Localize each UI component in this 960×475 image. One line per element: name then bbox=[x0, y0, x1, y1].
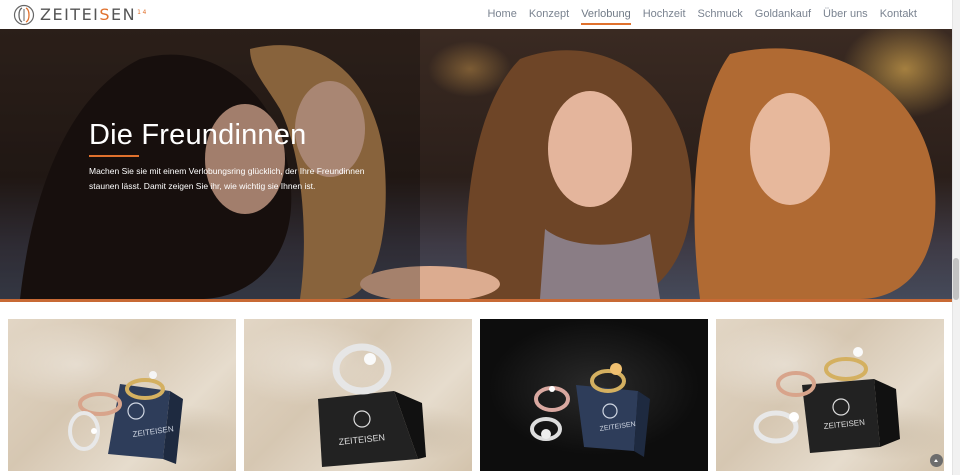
scroll-to-top-button[interactable] bbox=[930, 454, 943, 467]
hero-bottom-border bbox=[0, 299, 952, 302]
gallery-tile-ring-platinum[interactable]: ZEITEISEN bbox=[244, 319, 472, 471]
gallery-tile-rings-rose-gold[interactable]: ZEITEISEN bbox=[8, 319, 236, 471]
scrollbar-thumb[interactable] bbox=[953, 258, 959, 300]
hero-title: Die Freundinnen bbox=[89, 119, 307, 151]
ring-box-photo: ZEITEISEN bbox=[753, 347, 900, 453]
nav-item-ueber-uns[interactable]: Über uns bbox=[823, 0, 868, 29]
hero-banner: Die Freundinnen Machen Sie sie mit einem… bbox=[0, 29, 952, 299]
gallery-tile-rings-dark[interactable]: ZEITEISEN bbox=[480, 319, 708, 471]
logo-text: ZEITEISEN14 bbox=[40, 5, 148, 24]
site-header: ZEITEISEN14 Home Konzept Verlobung Hochz… bbox=[0, 0, 952, 29]
nav-item-home[interactable]: Home bbox=[487, 0, 516, 29]
ring-box-photo: ZEITEISEN bbox=[318, 343, 426, 467]
hero-description: Machen Sie sie mit einem Verlobungsring … bbox=[89, 166, 365, 191]
main-nav: Home Konzept Verlobung Hochzeit Schmuck … bbox=[475, 0, 917, 29]
hero-title-underline bbox=[89, 155, 139, 157]
site-logo[interactable]: ZEITEISEN14 bbox=[13, 4, 148, 26]
ring-gallery: ZEITEISEN ZEITEISEN ZEITEISEN ZEITEISEN bbox=[8, 319, 944, 471]
logo-mark-icon bbox=[13, 4, 35, 26]
nav-item-konzept[interactable]: Konzept bbox=[529, 0, 569, 29]
ring-box-photo: ZEITEISEN bbox=[68, 371, 183, 464]
nav-item-kontakt[interactable]: Kontakt bbox=[880, 0, 917, 29]
nav-item-verlobung[interactable]: Verlobung bbox=[581, 0, 631, 29]
nav-item-goldankauf[interactable]: Goldankauf bbox=[755, 0, 811, 29]
nav-item-hochzeit[interactable]: Hochzeit bbox=[643, 0, 686, 29]
gallery-tile-rings-set[interactable]: ZEITEISEN bbox=[716, 319, 944, 471]
page-scrollbar[interactable] bbox=[952, 0, 960, 475]
nav-item-schmuck[interactable]: Schmuck bbox=[698, 0, 743, 29]
ring-box-photo: ZEITEISEN bbox=[530, 363, 650, 457]
